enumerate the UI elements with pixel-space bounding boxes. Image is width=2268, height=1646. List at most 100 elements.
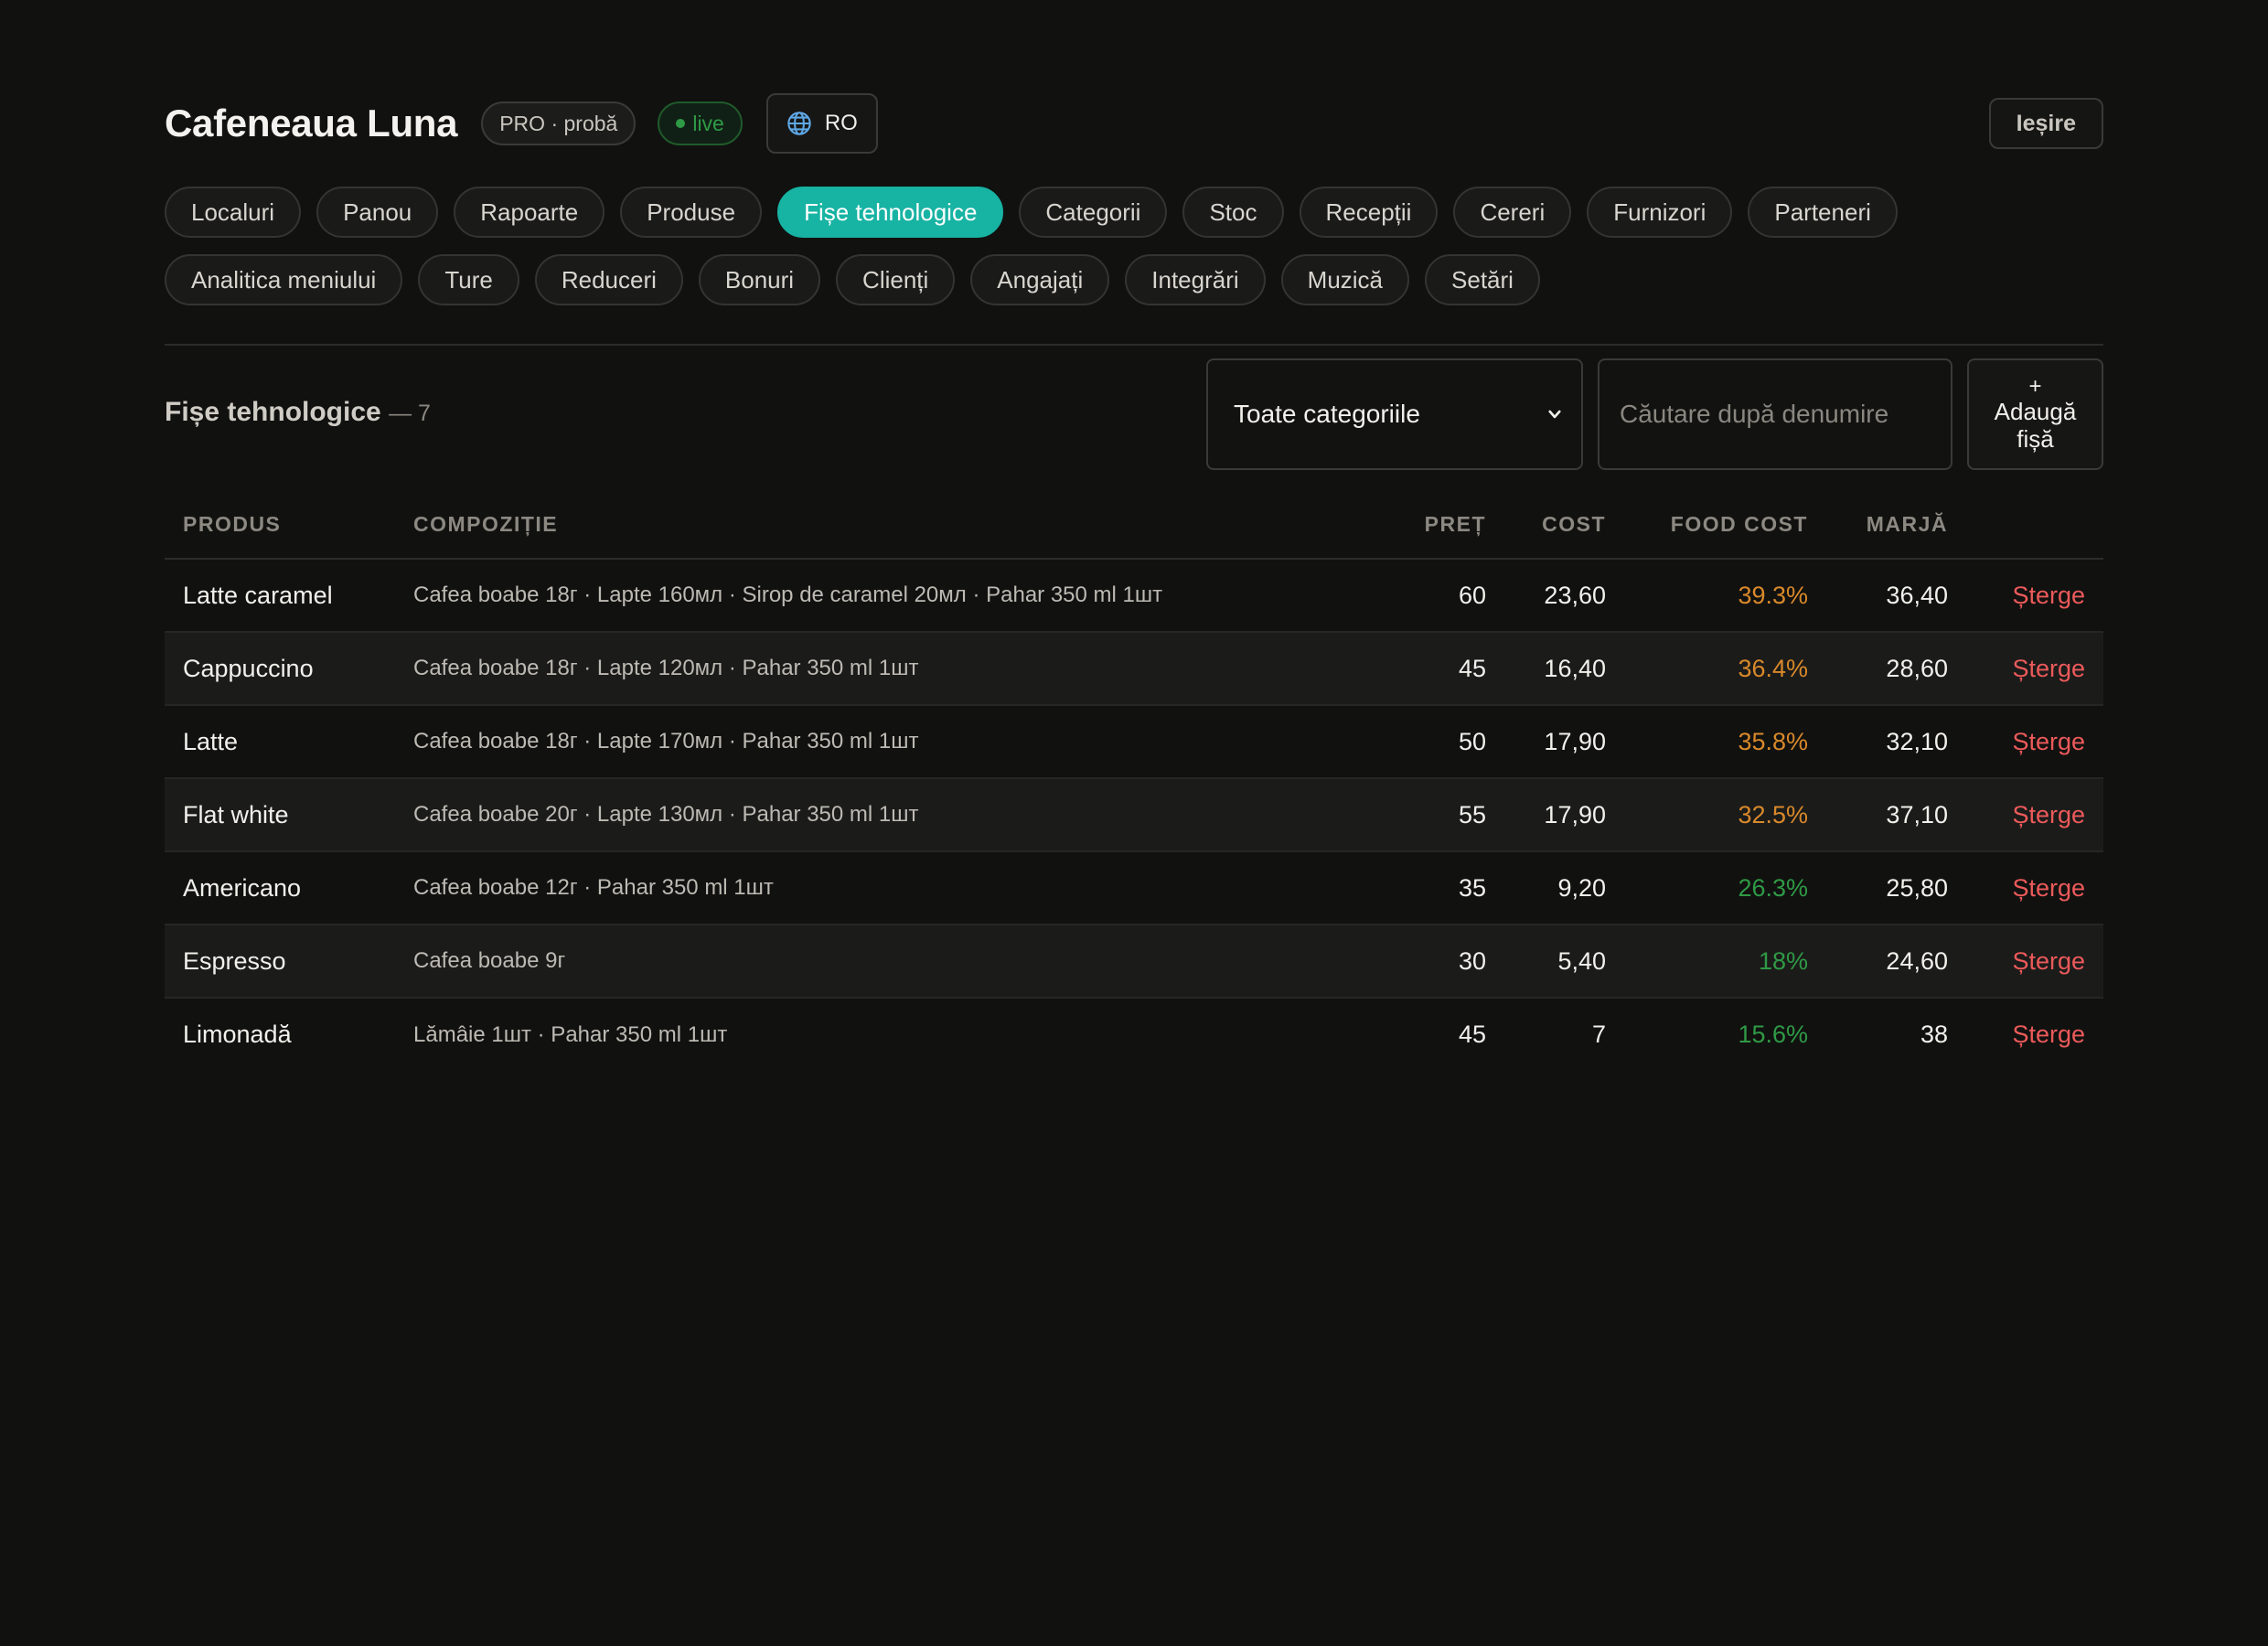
cell-composition: Cafea boabe 20г · Lapte 130мл · Pahar 35… — [395, 778, 1404, 852]
cell-price: 50 — [1404, 705, 1504, 779]
nav-item[interactable]: Clienți — [836, 254, 956, 305]
table-row[interactable]: Limonadă Lămâie 1шт · Pahar 350 ml 1шт 45 7… — [165, 998, 2103, 1071]
col-cost: COST — [1504, 491, 1624, 560]
cell-composition: Cafea boabe 12г · Pahar 350 ml 1шт — [395, 851, 1404, 925]
add-card-button[interactable]: + Adaugă fișă — [1967, 358, 2103, 470]
cell-product: Flat white — [165, 778, 395, 852]
section-title-text: Fișe tehnologice — [165, 397, 381, 427]
cell-composition: Cafea boabe 18г · Lapte 170мл · Pahar 35… — [395, 705, 1404, 779]
nav-item[interactable]: Setări — [1425, 254, 1540, 305]
search-input[interactable] — [1598, 358, 1952, 470]
cell-product: Limonadă — [183, 1021, 292, 1048]
section-count: — 7 — [389, 401, 431, 426]
nav-item[interactable]: Angajați — [970, 254, 1110, 305]
header: Cafeneaua Luna PRO · probă live RO Ieșir… — [165, 91, 2103, 155]
cell-product: Latte caramel — [165, 559, 395, 633]
delete-button[interactable]: Șterge — [1966, 778, 2103, 852]
cell-composition: Cafea boabe 18г · Lapte 160мл · Sirop de… — [395, 559, 1404, 633]
chevron-down-icon — [1548, 410, 1561, 419]
delete-button[interactable]: Șterge — [1966, 705, 2103, 779]
nav-item[interactable]: Cereri — [1453, 187, 1572, 238]
cell-product: Cappuccino — [165, 632, 395, 706]
cell-margin: 32,10 — [1826, 705, 1966, 779]
table-row[interactable]: Cappuccino Cafea boabe 18г · Lapte 120мл … — [165, 632, 2103, 706]
main-nav: Localuri Panou Rapoarte Produse Fișe tehnolo… — [165, 187, 2103, 305]
cell-food-cost: 39.3% — [1624, 559, 1826, 633]
nav-item[interactable]: Parteneri — [1748, 187, 1898, 238]
category-select[interactable]: Toate categoriile — [1206, 358, 1583, 470]
cell-food-cost: 26.3% — [1624, 851, 1826, 925]
cell-product: Espresso — [165, 925, 395, 999]
cell-cost: 23,60 — [1504, 559, 1624, 633]
col-product: PRODUS — [165, 491, 395, 560]
cell-cost: 16,40 — [1504, 632, 1624, 706]
cell-composition: Lămâie 1шт · Pahar 350 ml 1шт — [413, 1021, 728, 1047]
nav-item[interactable]: Ture — [418, 254, 519, 305]
col-composition: COMPOZIȚIE — [395, 491, 1404, 560]
toolbar: Fișe tehnologice — 7 Toate categoriile +… — [165, 346, 2103, 483]
nav-item[interactable]: Produse — [620, 187, 763, 238]
nav-item[interactable]: Categorii — [1019, 187, 1168, 238]
delete-button[interactable]: Șterge — [1966, 632, 2103, 706]
cell-price: 35 — [1404, 851, 1504, 925]
cell-cost: 7 — [1591, 1021, 1606, 1048]
cell-food-cost: 32.5% — [1624, 778, 1826, 852]
nav-item[interactable]: Recepții — [1299, 187, 1439, 238]
col-margin: MARJĂ — [1826, 491, 1966, 560]
cell-price: 30 — [1404, 925, 1504, 999]
nav-item[interactable]: Localuri — [165, 187, 302, 238]
cell-food-cost: 35.8% — [1624, 705, 1826, 779]
nav-item[interactable]: Muzică — [1280, 254, 1410, 305]
add-card-label-line2: fișă — [2017, 425, 2054, 453]
nav-item[interactable]: Integrări — [1125, 254, 1266, 305]
cell-margin: 36,40 — [1826, 559, 1966, 633]
live-dot-icon — [676, 119, 686, 128]
nav-item[interactable]: Fișe tehnologice — [777, 187, 1004, 238]
delete-button[interactable]: Șterge — [1966, 851, 2103, 925]
language-button[interactable]: RO — [765, 93, 878, 154]
table-row[interactable]: Americano Cafea boabe 12г · Pahar 350 ml … — [165, 851, 2103, 925]
category-select-value: Toate categoriile — [1234, 400, 1420, 428]
delete-button[interactable]: Șterge — [1966, 998, 2103, 1071]
plan-badge: PRO · probă — [481, 102, 637, 145]
app-title: Cafeneaua Luna — [165, 102, 458, 144]
globe-icon — [787, 112, 811, 135]
cell-food-cost: 18% — [1624, 925, 1826, 999]
cell-food-cost: 15.6% — [1738, 1021, 1808, 1048]
cell-product: Americano — [165, 851, 395, 925]
cell-price: 45 — [1404, 632, 1504, 706]
table-row[interactable]: Espresso Cafea boabe 9г 30 5,40 18% 24,60 Șter… — [165, 925, 2103, 999]
nav-item[interactable]: Panou — [316, 187, 439, 238]
add-card-label-line1: Adaugă — [1994, 398, 2077, 425]
live-badge: live — [658, 102, 743, 145]
cell-margin: 24,60 — [1826, 925, 1966, 999]
cell-composition: Cafea boabe 18г · Lapte 120мл · Pahar 35… — [395, 632, 1404, 706]
cell-margin: 38 — [1920, 1021, 1948, 1048]
delete-button[interactable]: Șterge — [1966, 559, 2103, 633]
exit-button[interactable]: Ieșire — [1988, 98, 2103, 149]
cell-food-cost: 36.4% — [1624, 632, 1826, 706]
col-food-cost: FOOD COST — [1624, 491, 1826, 560]
plus-icon: + — [2028, 374, 2042, 399]
nav-item[interactable]: Analitica meniului — [165, 254, 403, 305]
nav-item[interactable]: Stoc — [1182, 187, 1284, 238]
nav-item[interactable]: Rapoarte — [454, 187, 605, 238]
section-title: Fișe tehnologice — 7 — [165, 397, 431, 428]
cell-margin: 37,10 — [1826, 778, 1966, 852]
language-label: RO — [824, 111, 858, 135]
live-badge-label: live — [692, 111, 724, 135]
delete-button[interactable]: Șterge — [1966, 925, 2103, 999]
table-row[interactable]: Latte Cafea boabe 18г · Lapte 170мл · Pah… — [165, 705, 2103, 779]
table-row[interactable]: Flat white Cafea boabe 20г · Lapte 130мл … — [165, 778, 2103, 852]
cell-price: 55 — [1404, 778, 1504, 852]
cell-price: 60 — [1404, 559, 1504, 633]
nav-item[interactable]: Bonuri — [698, 254, 821, 305]
cell-composition: Cafea boabe 9г — [395, 925, 1404, 999]
cell-cost: 17,90 — [1504, 778, 1624, 852]
table-body: Latte caramel Cafea boabe 18г · Lapte 160… — [165, 559, 2103, 1071]
table-row[interactable]: Latte caramel Cafea boabe 18г · Lapte 160… — [165, 559, 2103, 633]
cell-cost: 17,90 — [1504, 705, 1624, 779]
nav-item[interactable]: Reduceri — [534, 254, 683, 305]
cell-cost: 5,40 — [1504, 925, 1624, 999]
nav-item[interactable]: Furnizori — [1587, 187, 1733, 238]
